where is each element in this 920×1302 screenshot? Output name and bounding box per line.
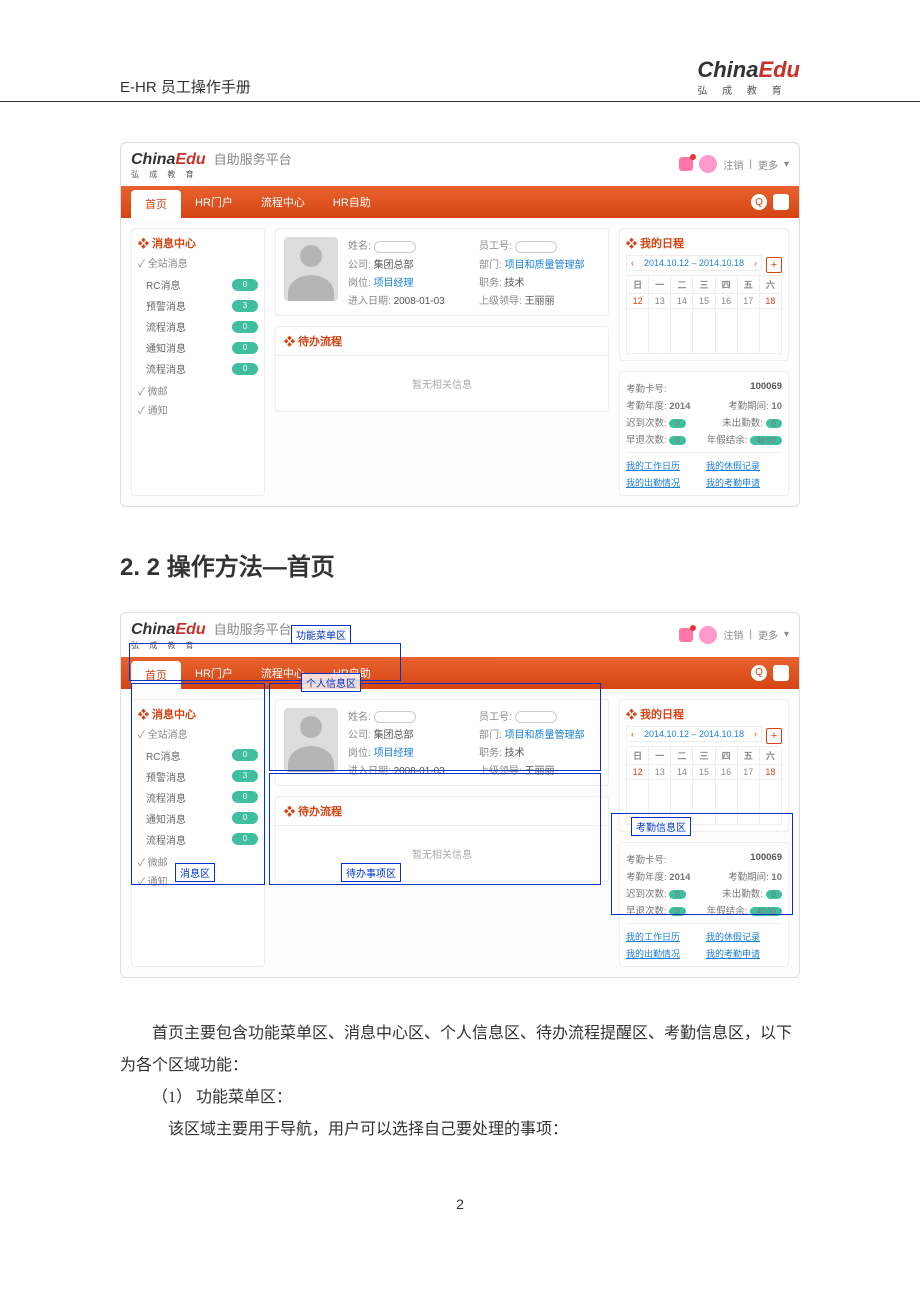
att-link[interactable]: 我的考勤申请	[706, 476, 782, 489]
anno-label-info: 个人信息区	[301, 673, 361, 692]
calendar-card: ❖ 我的日程 ‹ 2014.10.12 – 2014.10.18 › + 日一二…	[619, 228, 789, 361]
platform-title: 自助服务平台	[214, 619, 292, 638]
app-logo: ChinaEdu 弘 成 教 育	[131, 153, 206, 180]
search-icon[interactable]: Q	[751, 665, 767, 681]
user-avatar-icon[interactable]	[699, 626, 717, 644]
list-item-label: （1） 功能菜单区：	[120, 1082, 800, 1114]
section-heading: 2. 2 操作方法—首页	[120, 547, 800, 582]
profile-avatar	[284, 237, 338, 301]
page-number: 2	[0, 1196, 920, 1212]
sidebar-item[interactable]: 流程消息0	[138, 358, 258, 379]
tab-process[interactable]: 流程中心	[247, 186, 319, 218]
list-item-body: 该区域主要用于导航，用户可以选择自己要处理的事项：	[120, 1114, 800, 1146]
anno-label-menu: 功能菜单区	[291, 625, 351, 644]
tab-hr-portal[interactable]: HR门户	[181, 657, 247, 689]
att-link[interactable]: 我的休假记录	[706, 459, 782, 472]
notification-icon[interactable]	[679, 628, 693, 642]
tab-home[interactable]: 首页	[131, 661, 181, 689]
screenshot-2-annotated: ChinaEdu 弘 成 教 育 自助服务平台 注销 | 更多 ▾ 首页 HR门…	[120, 612, 800, 977]
attendance-card: 考勤卡号:100069 考勤年度: 2014 考勤期间: 10 迟到次数: 0 …	[619, 371, 789, 496]
more-link[interactable]: 更多	[758, 627, 778, 642]
att-link[interactable]: 我的工作日历	[626, 459, 702, 472]
chevron-down-icon: ▾	[784, 629, 789, 640]
more-link[interactable]: 更多	[758, 157, 778, 172]
chevron-down-icon: ▾	[784, 159, 789, 170]
next-week-icon[interactable]: ›	[754, 258, 757, 268]
anno-label-msg: 消息区	[175, 863, 215, 882]
add-event-button[interactable]: +	[766, 728, 782, 744]
pending-card: ❖ 待办流程 暂无相关信息	[275, 326, 609, 412]
brand-logo: ChinaEdu 弘 成 教 育	[697, 60, 800, 97]
doc-title: E-HR 员工操作手册	[120, 76, 251, 97]
att-link[interactable]: 我的出勤情况	[626, 476, 702, 489]
tab-hr-portal[interactable]: HR门户	[181, 186, 247, 218]
tab-home[interactable]: 首页	[131, 190, 181, 218]
sidebar-item[interactable]: 预警消息3	[138, 295, 258, 316]
message-center-sidebar: ❖ 消息中心 ✓ 全站消息 RC消息0 预警消息3 流程消息0 通知消息0 流程…	[131, 699, 265, 967]
tab-self[interactable]: HR自助	[319, 186, 385, 218]
notification-icon[interactable]	[679, 157, 693, 171]
search-icon[interactable]: Q	[751, 194, 767, 210]
sidebar-item[interactable]: 通知消息0	[138, 337, 258, 358]
prev-week-icon[interactable]: ‹	[631, 729, 634, 739]
sidebar-item[interactable]: 流程消息0	[138, 316, 258, 337]
prev-week-icon[interactable]: ‹	[631, 258, 634, 268]
doc-header: E-HR 员工操作手册 ChinaEdu 弘 成 教 育	[0, 60, 920, 102]
user-avatar-icon[interactable]	[699, 155, 717, 173]
logout-link[interactable]: 注销	[723, 157, 743, 172]
add-event-button[interactable]: +	[766, 257, 782, 273]
platform-title: 自助服务平台	[214, 149, 292, 168]
attendance-card: 考勤卡号:100069 考勤年度: 2014考勤期间: 10 迟到次数: 0未出…	[619, 842, 789, 967]
anno-label-att: 考勤信息区	[631, 817, 691, 836]
profile-avatar	[284, 708, 338, 772]
profile-card: 姓名: 员工号: 公司: 集团总部 部门: 项目和质量管理部 岗位: 项目经理 …	[275, 228, 609, 315]
window-icon[interactable]	[773, 194, 789, 210]
logout-link[interactable]: 注销	[723, 627, 743, 642]
app-logo: ChinaEdu 弘 成 教 育	[131, 623, 206, 650]
anno-label-pending: 待办事项区	[341, 863, 401, 882]
message-center-sidebar: ❖ 消息中心 ✓ 全站消息 RC消息0 预警消息3 流程消息0 通知消息0 流程…	[131, 228, 265, 496]
calendar-card: ❖ 我的日程 ‹ 2014.10.12 – 2014.10.18 › + 日一二…	[619, 699, 789, 832]
next-week-icon[interactable]: ›	[754, 729, 757, 739]
screenshot-1: ChinaEdu 弘 成 教 育 自助服务平台 注销 | 更多 ▾ 首页 HR门…	[120, 142, 800, 507]
paragraph: 首页主要包含功能菜单区、消息中心区、个人信息区、待办流程提醒区、考勤信息区，以下…	[120, 1018, 800, 1082]
profile-card: 姓名: 员工号: 公司: 集团总部 部门: 项目和质量管理部 岗位: 项目经理 …	[275, 699, 609, 786]
window-icon[interactable]	[773, 665, 789, 681]
sidebar-item[interactable]: RC消息0	[138, 274, 258, 295]
pending-card: ❖ 待办流程 暂无相关信息	[275, 796, 609, 882]
